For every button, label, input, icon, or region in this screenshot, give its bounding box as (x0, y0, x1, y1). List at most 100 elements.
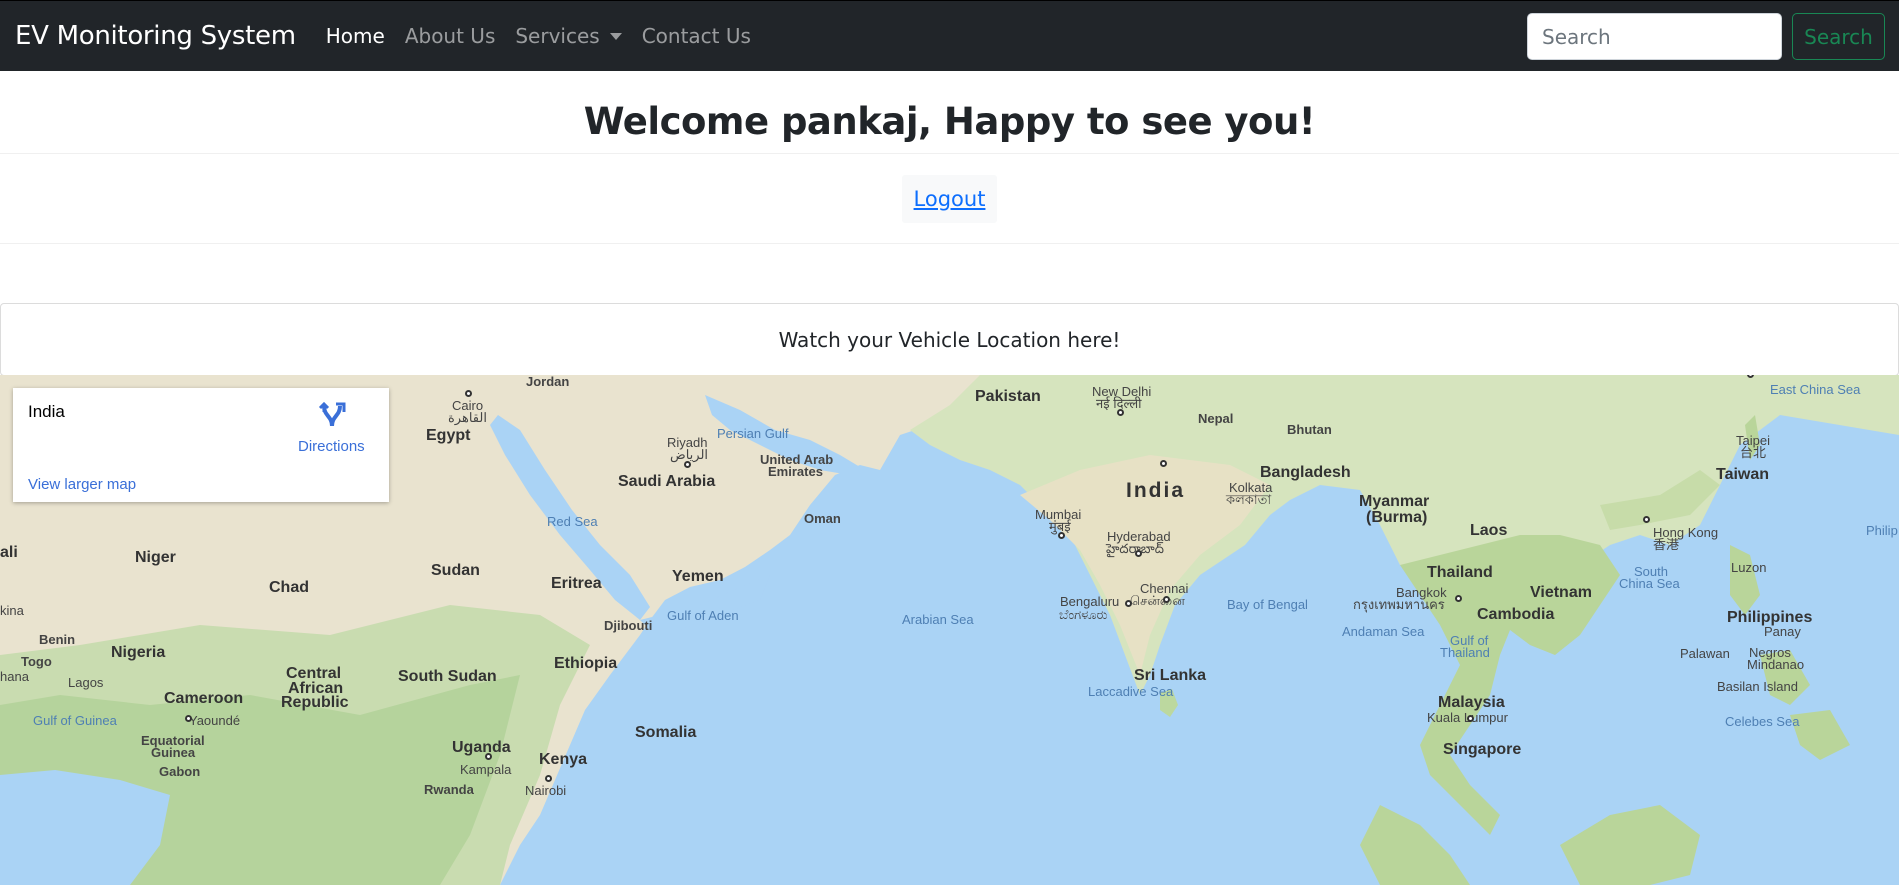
map-label-equatorial-guinea-2: Guinea (151, 745, 196, 760)
location-heading: Watch your Vehicle Location here! (778, 327, 1121, 352)
map-place-title: India (28, 402, 65, 421)
map-label-taipei-zh: 台北 (1740, 445, 1767, 460)
welcome-heading: Welcome pankaj, Happy to see you! (583, 100, 1316, 143)
map-label-yemen: Yemen (672, 568, 724, 585)
brand-link[interactable]: EV Monitoring System (15, 21, 296, 51)
caret-down-icon (609, 32, 622, 40)
navbar: EV Monitoring System Home About Us Servi… (0, 0, 1899, 71)
map-label-kolkata-bn: কলকাতা (1226, 492, 1272, 507)
map-label-laos: Laos (1470, 522, 1508, 539)
map-label-pakistan: Pakistan (975, 388, 1041, 405)
map-label-uganda: Uganda (452, 739, 511, 756)
map-label-ali: ali (0, 544, 18, 561)
map-label-niger: Niger (135, 549, 176, 566)
map-label-arabian-sea: Arabian Sea (902, 612, 974, 627)
map-label-kampala: Kampala (460, 762, 512, 777)
map-label-kenya: Kenya (539, 751, 588, 768)
city-marker-yaounde (185, 715, 192, 722)
city-marker-mumbai (1058, 532, 1065, 539)
map-label-taiwan: Taiwan (1716, 466, 1770, 483)
map-label-egypt: Egypt (426, 427, 471, 444)
city-marker-cairo (465, 390, 472, 397)
map-label-laccadive-sea: Laccadive Sea (1088, 684, 1174, 699)
map-label-thailand: Thailand (1427, 564, 1493, 581)
view-larger-map-link[interactable]: View larger map (28, 476, 136, 493)
map-label-cambodia: Cambodia (1477, 606, 1555, 623)
map-label-chennai-ta: சென்னை (1130, 593, 1185, 608)
map-label-djibouti: Djibouti (604, 618, 653, 633)
city-marker-kolkata (1160, 460, 1167, 467)
nav-services-dropdown[interactable]: Services (505, 24, 631, 48)
map-label-bengaluru-kn: ಬೆಂಗಳೂರು (1059, 607, 1108, 622)
map-label-south-china-sea-2: China Sea (1619, 576, 1680, 591)
logout-bar: Logout (0, 153, 1899, 244)
map-label-gulf-of-aden: Gulf of Aden (667, 608, 739, 623)
nav-home[interactable]: Home (316, 24, 395, 48)
map-label-bangladesh: Bangladesh (1260, 464, 1351, 481)
search-input[interactable] (1527, 13, 1782, 60)
search-form: Search (1527, 13, 1885, 60)
city-marker-hong-kong (1643, 516, 1650, 523)
map-label-phili: Philip (1866, 523, 1898, 538)
city-marker-chennai (1163, 596, 1170, 603)
map-label-red-sea: Red Sea (547, 514, 598, 529)
city-marker-kuala-lumpur (1467, 715, 1474, 722)
directions-link[interactable]: Directions (298, 438, 365, 455)
map-label-bhutan: Bhutan (1287, 422, 1332, 437)
map-label-benin: Benin (39, 632, 76, 647)
map-label-oman: Oman (804, 511, 841, 526)
map-label-celebes-sea: Celebes Sea (1725, 714, 1800, 729)
city-marker-kampala (485, 753, 492, 760)
map-label-india: India (1126, 479, 1186, 502)
map-label-rwanda: Rwanda (424, 782, 474, 797)
map-label-chad: Chad (269, 579, 309, 596)
google-map[interactable]: Jordan Cairo القاهرة Egypt Riyadh الرياض… (0, 375, 1899, 885)
map-label-palawan: Palawan (1680, 646, 1730, 661)
city-marker-nairobi (545, 775, 552, 782)
map-info-card: India Directions View larger map (13, 388, 389, 502)
nav-links: Home About Us Services Contact Us (316, 24, 761, 48)
map-label-hong-kong-zh: 香港 (1653, 537, 1680, 552)
map-label-gulf-of-thailand-2: Thailand (1440, 645, 1490, 660)
map-label-nairobi: Nairobi (525, 783, 567, 798)
city-marker-hyderabad (1135, 550, 1142, 557)
logout-link[interactable]: Logout (914, 187, 986, 211)
map-label-cameroon: Cameroon (164, 690, 244, 707)
map-label-panay: Panay (1764, 624, 1801, 639)
map-label-east-china-sea: East China Sea (1770, 382, 1861, 397)
map-label-sri-lanka: Sri Lanka (1134, 667, 1207, 684)
map-label-mindanao: Mindanao (1747, 657, 1805, 672)
map-label-central-african-3: Republic (281, 694, 349, 711)
map-label-togo: Togo (21, 654, 52, 669)
map-label-luzon: Luzon (1731, 560, 1767, 575)
map-label-jordan: Jordan (526, 375, 570, 389)
map-label-gulf-of-guinea: Gulf of Guinea (33, 713, 117, 728)
map-label-singapore: Singapore (1443, 741, 1522, 758)
map-label-basilan: Basilan Island (1717, 679, 1798, 694)
map-label-bangkok-th: กรุงเทพมหานคร (1353, 597, 1445, 612)
map-label-persian-gulf: Persian Gulf (717, 426, 789, 441)
map-label-saudi-arabia: Saudi Arabia (618, 473, 716, 490)
map-label-somalia: Somalia (635, 724, 697, 741)
map-label-myanmar-2: (Burma) (1366, 509, 1428, 526)
map-label-andaman-sea: Andaman Sea (1342, 624, 1425, 639)
map-label-south-sudan: South Sudan (398, 668, 497, 685)
city-marker-bengaluru (1125, 600, 1132, 607)
map-label-sudan: Sudan (431, 562, 480, 579)
city-marker-bangkok (1455, 595, 1462, 602)
map-label-hana: hana (0, 669, 29, 684)
map-label-nigeria: Nigeria (111, 644, 166, 661)
nav-about-us[interactable]: About Us (395, 24, 506, 48)
map-label-kina: kina (0, 603, 24, 618)
city-marker-new-delhi (1117, 409, 1124, 416)
map-label-yaounde: Yaoundé (189, 713, 241, 728)
map-label-vietnam: Vietnam (1530, 584, 1592, 601)
search-button[interactable]: Search (1792, 13, 1885, 60)
location-card: Watch your Vehicle Location here! (0, 303, 1899, 376)
map-label-ethiopia: Ethiopia (554, 655, 618, 672)
map-label-lagos: Lagos (68, 675, 104, 690)
map-label-nepal: Nepal (1198, 411, 1234, 426)
nav-contact-us[interactable]: Contact Us (632, 24, 761, 48)
logout-container: Logout (902, 175, 997, 223)
map-label-gabon: Gabon (159, 764, 201, 779)
